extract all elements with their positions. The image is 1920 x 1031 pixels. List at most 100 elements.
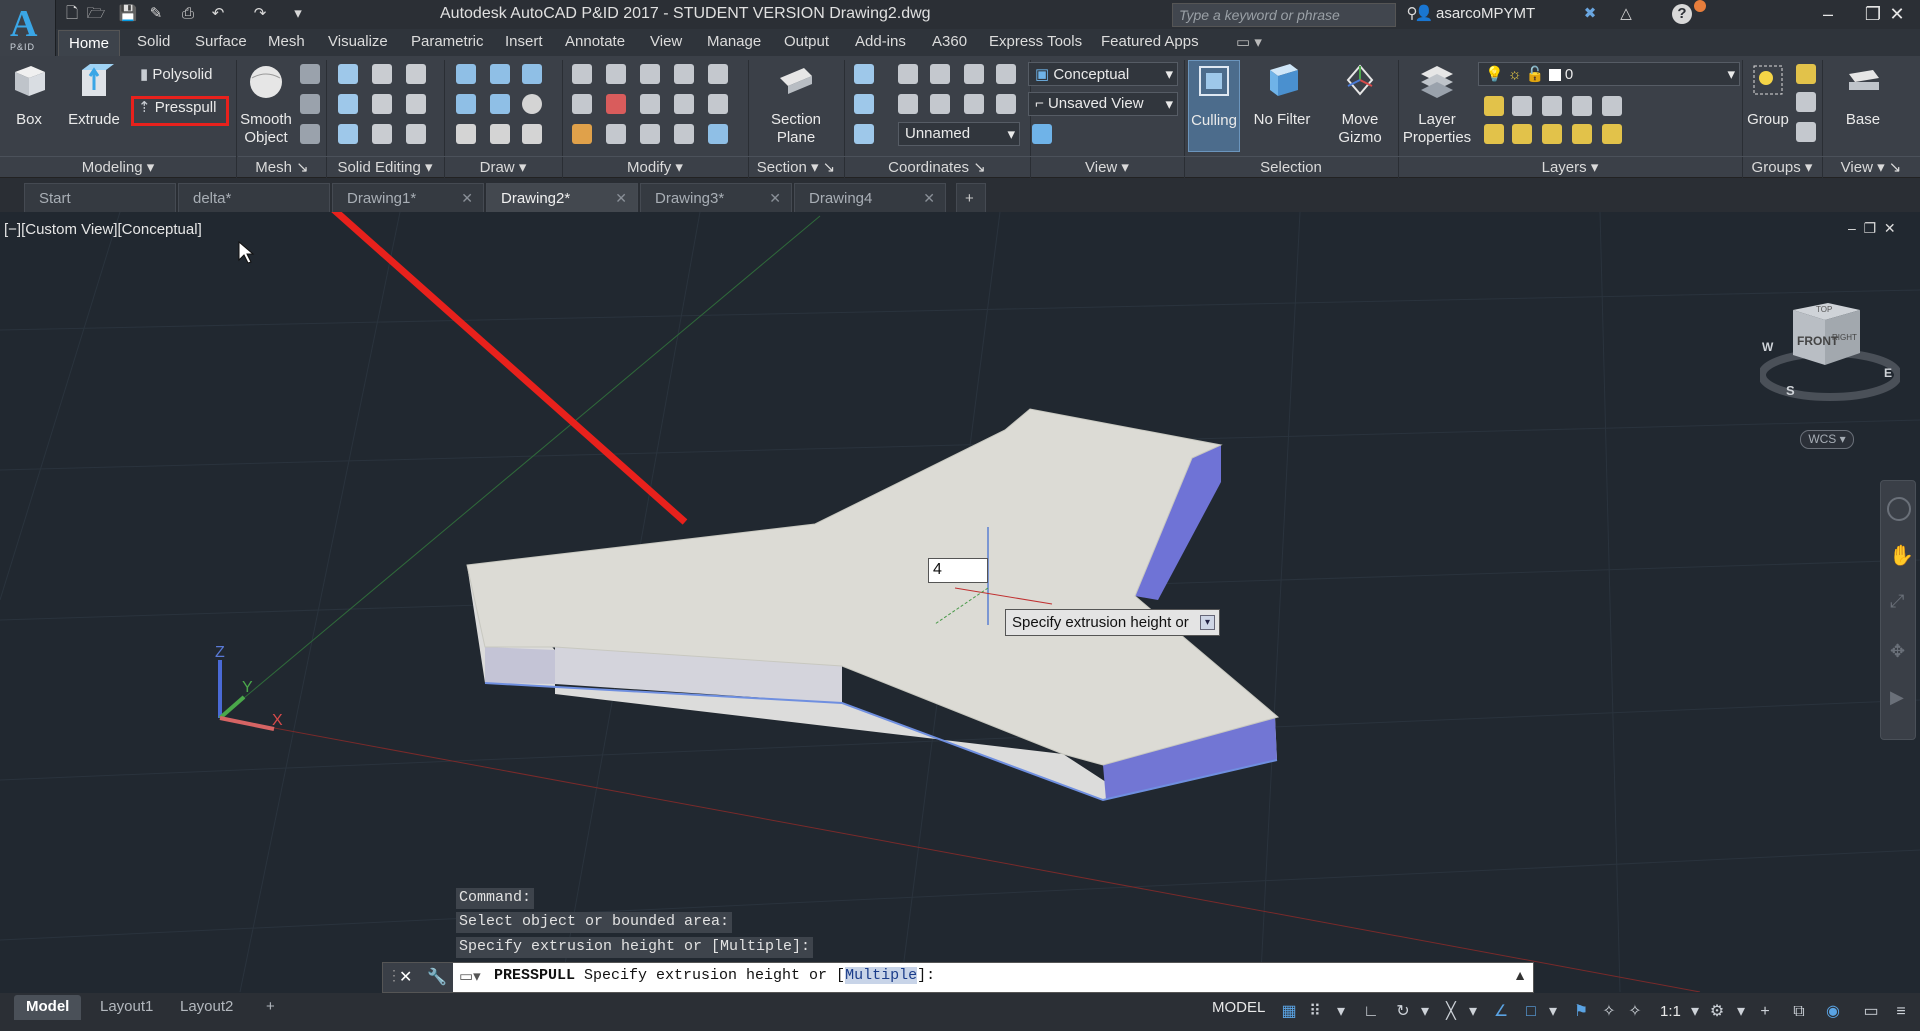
save-icon[interactable]: 💾 [118, 4, 138, 24]
tab-a360[interactable]: A360 [932, 33, 967, 50]
culling-button[interactable]: Culling [1188, 60, 1240, 152]
chevron-down-icon[interactable]: ▾ [1330, 1001, 1352, 1023]
ucs-tool-icon[interactable] [964, 94, 984, 114]
ortho-icon[interactable]: ∟ [1360, 1001, 1382, 1023]
layer-dropdown[interactable]: 💡 ☼ 🔓 0 ▾ [1478, 62, 1740, 86]
solid-edit-icon[interactable] [372, 64, 392, 84]
close-tab-icon[interactable]: ✕ [461, 190, 473, 207]
ucs-tool-icon[interactable] [930, 94, 950, 114]
tab-solid[interactable]: Solid [137, 33, 170, 50]
user-icon[interactable]: 👤 [1414, 4, 1434, 24]
ucs-tool-icon[interactable] [996, 64, 1016, 84]
ucs-tool-icon[interactable] [996, 94, 1016, 114]
panel-coordinates[interactable]: Coordinates ↘ [844, 156, 1030, 178]
viewcube-right[interactable]: RIGHT [1832, 333, 1857, 342]
file-tab-drawing2[interactable]: Drawing2* ✕ [486, 183, 638, 212]
layer-tool-icon[interactable] [1572, 124, 1592, 144]
panel-view[interactable]: View ▾ [1030, 156, 1184, 178]
layout-tab-model[interactable]: Model [14, 995, 82, 1020]
chevron-down-icon[interactable]: ▾ [1542, 1001, 1564, 1023]
new-tab-icon[interactable]: + [956, 183, 986, 212]
subtract-icon[interactable] [338, 94, 358, 114]
layer-tool-icon[interactable] [1542, 124, 1562, 144]
group-tool-icon[interactable] [1796, 122, 1816, 142]
solid-edit-icon[interactable] [372, 124, 392, 144]
tab-featured-apps[interactable]: Featured Apps [1101, 33, 1199, 50]
notification-icon[interactable] [1694, 0, 1706, 12]
layer-tool-icon[interactable] [1602, 96, 1622, 116]
box-button[interactable]: Box [4, 60, 54, 129]
close-tab-icon[interactable]: ✕ [923, 190, 935, 207]
close-tab-icon[interactable]: ✕ [615, 190, 627, 207]
tab-manage[interactable]: Manage [707, 33, 761, 50]
viewport-controls-label[interactable]: [−][Custom View][Conceptual] [4, 221, 202, 238]
clean-screen-icon[interactable]: ▭ [1860, 1001, 1882, 1023]
minimize-icon[interactable]: – [1805, 0, 1851, 29]
layer-tool-icon[interactable] [1484, 96, 1504, 116]
trim-icon[interactable] [572, 64, 592, 84]
solid-edit-icon[interactable] [406, 124, 426, 144]
customization-menu-icon[interactable]: ≡ [1890, 1001, 1912, 1023]
ucs-tool-icon[interactable] [964, 64, 984, 84]
tab-surface[interactable]: Surface [195, 33, 247, 50]
polysolid-button[interactable]: ▮ Polysolid [140, 65, 212, 83]
file-tab-drawing1[interactable]: Drawing1* ✕ [332, 183, 484, 212]
tab-parametric[interactable]: Parametric [411, 33, 484, 50]
section-plane-button[interactable]: Section Plane [756, 60, 836, 147]
visual-style-dropdown[interactable]: ▣ Conceptual ▾ [1028, 62, 1178, 86]
close-icon[interactable]: ✕ [399, 967, 412, 987]
chevron-up-icon[interactable]: ▲ [1513, 967, 1527, 983]
modify-tool-icon[interactable] [674, 124, 694, 144]
add-layout-icon[interactable]: + [254, 995, 287, 1020]
chevron-down-icon[interactable]: ▾ [1414, 1001, 1436, 1023]
ucs-tool-icon[interactable] [898, 94, 918, 114]
file-tab-drawing4[interactable]: Drawing4 ✕ [794, 183, 946, 212]
mesh-tool-icon[interactable] [300, 64, 320, 84]
panel-section[interactable]: Section ▾ ↘ [748, 156, 844, 178]
panel-view-2[interactable]: View ▾ ↘ [1822, 156, 1920, 178]
group-button[interactable]: Group [1744, 60, 1792, 129]
mesh-tool-icon[interactable] [300, 94, 320, 114]
solid-edit-icon[interactable] [406, 64, 426, 84]
presspull-solid[interactable] [466, 408, 1280, 802]
viewcube[interactable]: TOP FRONT RIGHT W S E [1760, 295, 1900, 405]
object-snap-icon[interactable]: □ [1520, 1001, 1542, 1023]
panel-groups[interactable]: Groups ▾ [1742, 156, 1822, 178]
save-as-icon[interactable]: ✎ [146, 4, 166, 24]
ucs-icon[interactable] [854, 64, 874, 84]
grid-icon[interactable]: ▦ [1278, 1001, 1300, 1023]
chevron-down-icon[interactable]: ▾ [1730, 1001, 1752, 1023]
hardware-acceleration-icon[interactable]: ◉ [1822, 1001, 1844, 1023]
file-tab-drawing3[interactable]: Drawing3* ✕ [640, 183, 792, 212]
workspace-gear-icon[interactable]: ⚙ [1706, 1001, 1728, 1023]
tab-addins[interactable]: Add-ins [855, 33, 906, 50]
ribbon-toggle-icon[interactable]: ▭ ▾ [1236, 33, 1262, 51]
plus-icon[interactable]: + [1754, 1001, 1776, 1023]
array-icon[interactable] [708, 124, 728, 144]
modify-tool-icon[interactable] [606, 64, 626, 84]
copy-icon[interactable] [674, 64, 694, 84]
ellipse-icon[interactable] [522, 124, 542, 144]
ucs-tool-icon[interactable] [898, 64, 918, 84]
isolate-objects-icon[interactable]: ⧉ [1788, 1001, 1810, 1023]
layer-tool-icon[interactable] [1602, 124, 1622, 144]
tab-home[interactable]: Home [58, 30, 121, 56]
panel-modeling[interactable]: Modeling ▾ [0, 156, 236, 178]
extrude-button[interactable]: Extrude [64, 60, 124, 129]
redo-icon[interactable]: ↷ [250, 4, 270, 24]
layer-tool-icon[interactable] [1542, 96, 1562, 116]
customize-wrench-icon[interactable]: 🔧 [427, 967, 447, 987]
ucs-named-dropdown[interactable]: Unnamed ▾ [898, 122, 1020, 146]
line-icon[interactable] [490, 94, 510, 114]
pan-icon[interactable]: ✋ [1889, 543, 1914, 568]
polar-icon[interactable]: ↻ [1392, 1001, 1414, 1023]
modify-tool-icon[interactable] [640, 124, 660, 144]
solid-edit-icon[interactable] [372, 94, 392, 114]
exchange-icon[interactable]: ✖ [1580, 4, 1600, 24]
move-gizmo-button[interactable]: Move Gizmo [1326, 60, 1394, 147]
group-tool-icon[interactable] [1796, 64, 1816, 84]
command-option-multiple[interactable]: Multiple [845, 967, 918, 984]
panel-draw[interactable]: Draw ▾ [444, 156, 562, 178]
arc-icon[interactable] [522, 64, 542, 84]
base-view-button[interactable]: Base [1828, 60, 1898, 129]
